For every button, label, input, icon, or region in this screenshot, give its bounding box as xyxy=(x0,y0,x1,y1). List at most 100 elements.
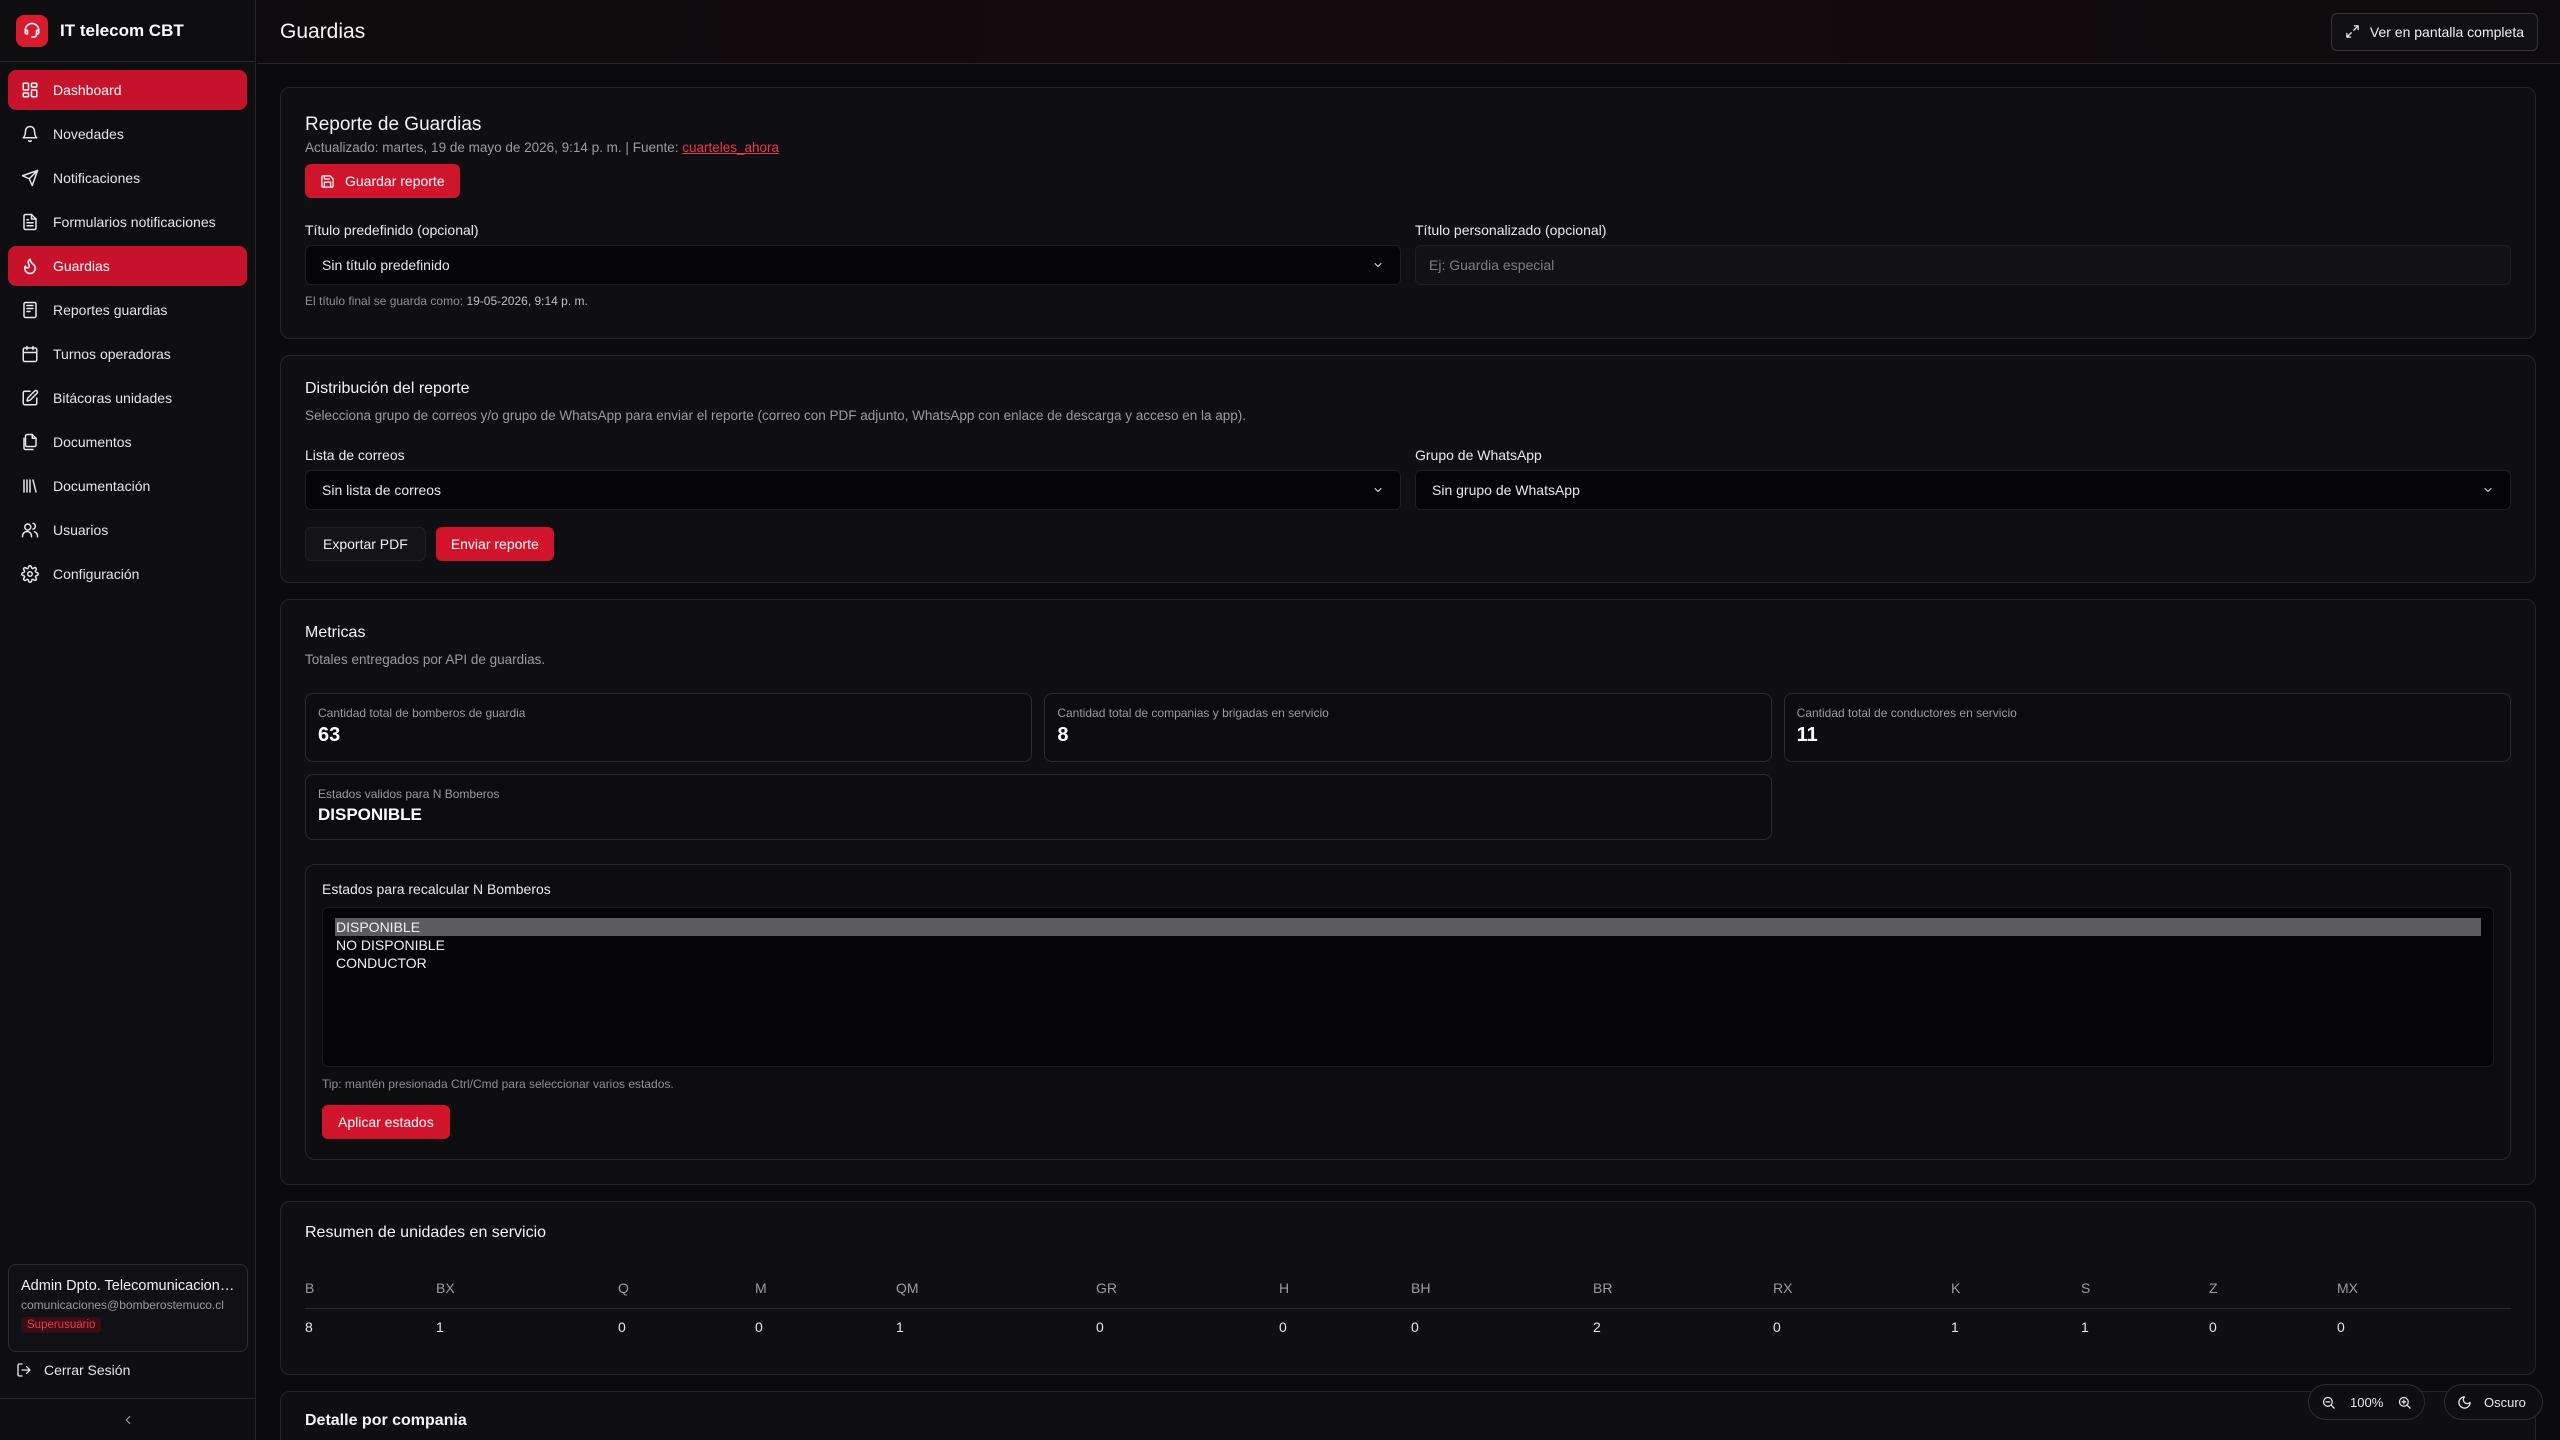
sidebar-item-label: Dashboard xyxy=(53,82,122,98)
metric-firefighters: Cantidad total de bomberos de guardia 63 xyxy=(305,693,1033,762)
distribution-description: Selecciona grupo de correos y/o grupo de… xyxy=(305,408,1247,423)
units-header-cell: BR xyxy=(1593,1268,1773,1309)
file-text-icon xyxy=(23,213,37,231)
edit-icon xyxy=(22,389,39,406)
chevron-down-icon xyxy=(1374,488,1382,492)
units-value-cell: 1 xyxy=(2081,1319,2089,1336)
units-table: B BX Q M QM GR H BH BR RX K S Z MX 8 1 0… xyxy=(305,1268,2511,1346)
theme-toggle[interactable]: Oscuro xyxy=(2444,1384,2543,1420)
sidebar-item-label: Notificaciones xyxy=(53,170,141,186)
fullscreen-button[interactable]: Ver en pantalla completa xyxy=(2330,12,2538,51)
sidebar-item-bitacoras[interactable]: Bitácoras unidades xyxy=(8,378,247,418)
metric-value: 63 xyxy=(318,724,341,746)
sidebar-item-label: Novedades xyxy=(53,126,124,142)
units-header-cell: M xyxy=(755,1268,896,1309)
zoom-level: 100% xyxy=(2350,1394,2384,1410)
units-value-cell: 0 xyxy=(1411,1319,1419,1336)
zoom-out-icon[interactable] xyxy=(2321,1395,2336,1410)
final-title-hint: El título final se guarda como: 19-05-20… xyxy=(305,294,2511,308)
units-header-cell: S xyxy=(2081,1268,2209,1309)
sidebar-item-configuracion[interactable]: Configuración xyxy=(8,554,247,594)
units-header-cell: BH xyxy=(1411,1268,1593,1309)
collapse-sidebar-button[interactable] xyxy=(0,1398,256,1440)
save-report-button[interactable]: Guardar reporte xyxy=(305,164,460,198)
apply-states-button[interactable]: Aplicar estados xyxy=(322,1105,450,1139)
logout-button[interactable]: Cerrar Sesión xyxy=(16,1362,130,1378)
report-title: Reporte de Guardias xyxy=(305,114,482,135)
units-header-cell: MX xyxy=(2337,1268,2511,1309)
sidebar-item-label: Turnos operadoras xyxy=(53,346,171,362)
sidebar-item-documentacion[interactable]: Documentación xyxy=(8,466,247,506)
sidebar-item-documentos[interactable]: Documentos xyxy=(8,422,247,462)
chevron-left-icon xyxy=(125,1415,131,1424)
distribution-title: Distribución del reporte xyxy=(305,380,470,397)
sidebar-item-turnos[interactable]: Turnos operadoras xyxy=(8,334,247,374)
state-option-no-disponible[interactable]: NO DISPONIBLE xyxy=(335,936,2481,954)
sidebar-item-reportes-guardias[interactable]: Reportes guardias xyxy=(8,290,247,330)
units-header-row: B BX Q M QM GR H BH BR RX K S Z MX xyxy=(305,1268,2511,1309)
page-title: Guardias xyxy=(280,19,366,43)
units-value-cell: 1 xyxy=(1951,1319,1959,1336)
save-icon xyxy=(321,174,334,188)
custom-title-placeholder: Ej: Guardia especial xyxy=(1429,257,1555,273)
states-multiselect[interactable]: DISPONIBLE NO DISPONIBLE CONDUCTOR xyxy=(322,907,2494,1067)
units-value-cell: 0 xyxy=(1096,1319,1104,1336)
bell-icon xyxy=(22,125,38,143)
state-option-conductor[interactable]: CONDUCTOR xyxy=(335,954,2481,972)
email-list-select[interactable]: Sin lista de correos xyxy=(305,470,1401,510)
units-header-cell: GR xyxy=(1096,1268,1279,1309)
metrics-subtitle: Totales entregados por API de guardias. xyxy=(305,652,546,667)
source-link[interactable]: cuarteles_ahora xyxy=(682,140,779,155)
units-header-cell: B xyxy=(305,1268,436,1309)
zoom-in-icon[interactable] xyxy=(2397,1395,2412,1410)
units-value-cell: 0 xyxy=(618,1319,626,1336)
metric-value: DISPONIBLE xyxy=(318,805,422,824)
metric-valid-states: Estados validos para N Bomberos DISPONIB… xyxy=(305,774,1772,840)
final-hint-value: 19-05-2026, 9:14 p. m. xyxy=(466,294,588,308)
table-row: 8 1 0 0 1 0 0 0 2 0 1 1 0 0 xyxy=(305,1308,2511,1346)
users-icon xyxy=(21,522,39,538)
metrics-title: Metricas xyxy=(305,624,366,641)
metric-label: Cantidad total de bomberos de guardia xyxy=(318,706,526,720)
sidebar-item-formularios[interactable]: Formularios notificaciones xyxy=(8,202,247,242)
units-header-cell: Q xyxy=(618,1268,755,1309)
export-pdf-button[interactable]: Exportar PDF xyxy=(305,527,426,561)
user-name: Admin Dpto. Telecomunicaciones xyxy=(21,1278,235,1294)
metric-label: Estados validos para N Bomberos xyxy=(318,787,500,801)
email-list-label: Lista de correos xyxy=(305,447,405,463)
brand[interactable]: IT telecom CBT xyxy=(0,0,255,62)
user-card[interactable]: Admin Dpto. Telecomunicaciones comunicac… xyxy=(8,1264,248,1352)
top-header: Guardias Ver en pantalla completa xyxy=(257,0,2560,64)
sidebar-item-guardias[interactable]: Guardias xyxy=(8,246,247,286)
sidebar-item-label: Reportes guardias xyxy=(53,302,168,318)
units-value-cell: 0 xyxy=(1279,1319,1287,1336)
app-title: IT telecom CBT xyxy=(60,20,184,40)
sidebar-item-usuarios[interactable]: Usuarios xyxy=(8,510,247,550)
metric-companies: Cantidad total de companias y brigadas e… xyxy=(1044,693,1772,762)
distribution-card: Distribución del reporte Selecciona grup… xyxy=(280,355,2536,583)
custom-title-label: Título personalizado (opcional) xyxy=(1415,222,1607,238)
multiselect-tip: Tip: mantén presionada Ctrl/Cmd para sel… xyxy=(322,1077,674,1091)
sidebar-item-label: Configuración xyxy=(53,566,140,582)
units-header-cell: K xyxy=(1951,1268,2081,1309)
sidebar-item-label: Usuarios xyxy=(53,522,109,538)
updated-text: Actualizado: martes, 19 de mayo de 2026,… xyxy=(305,140,679,155)
user-email: comunicaciones@bomberostemuco.cl xyxy=(21,1298,224,1312)
units-header-cell: H xyxy=(1279,1268,1411,1309)
units-header-cell: QM xyxy=(896,1268,1096,1309)
report-updated: Actualizado: martes, 19 de mayo de 2026,… xyxy=(305,140,2511,155)
predef-title-select[interactable]: Sin título predefinido xyxy=(305,245,1401,285)
company-detail-card: Detalle por compania xyxy=(280,1391,2536,1440)
sidebar-item-novedades[interactable]: Novedades xyxy=(8,114,247,154)
sidebar-item-label: Documentos xyxy=(53,434,132,450)
sidebar-item-dashboard[interactable]: Dashboard xyxy=(8,70,247,110)
whatsapp-group-select[interactable]: Sin grupo de WhatsApp xyxy=(1415,470,2511,510)
state-option-disponible[interactable]: DISPONIBLE xyxy=(335,918,2481,936)
logout-icon xyxy=(17,1363,31,1377)
save-report-label: Guardar reporte xyxy=(345,173,445,189)
zoom-control: 100% xyxy=(2308,1384,2426,1420)
sidebar-item-notificaciones[interactable]: Notificaciones xyxy=(8,158,247,198)
send-report-button[interactable]: Enviar reporte xyxy=(435,527,554,561)
custom-title-input[interactable]: Ej: Guardia especial xyxy=(1415,245,2511,285)
metric-label: Cantidad total de companias y brigadas e… xyxy=(1057,706,1329,720)
